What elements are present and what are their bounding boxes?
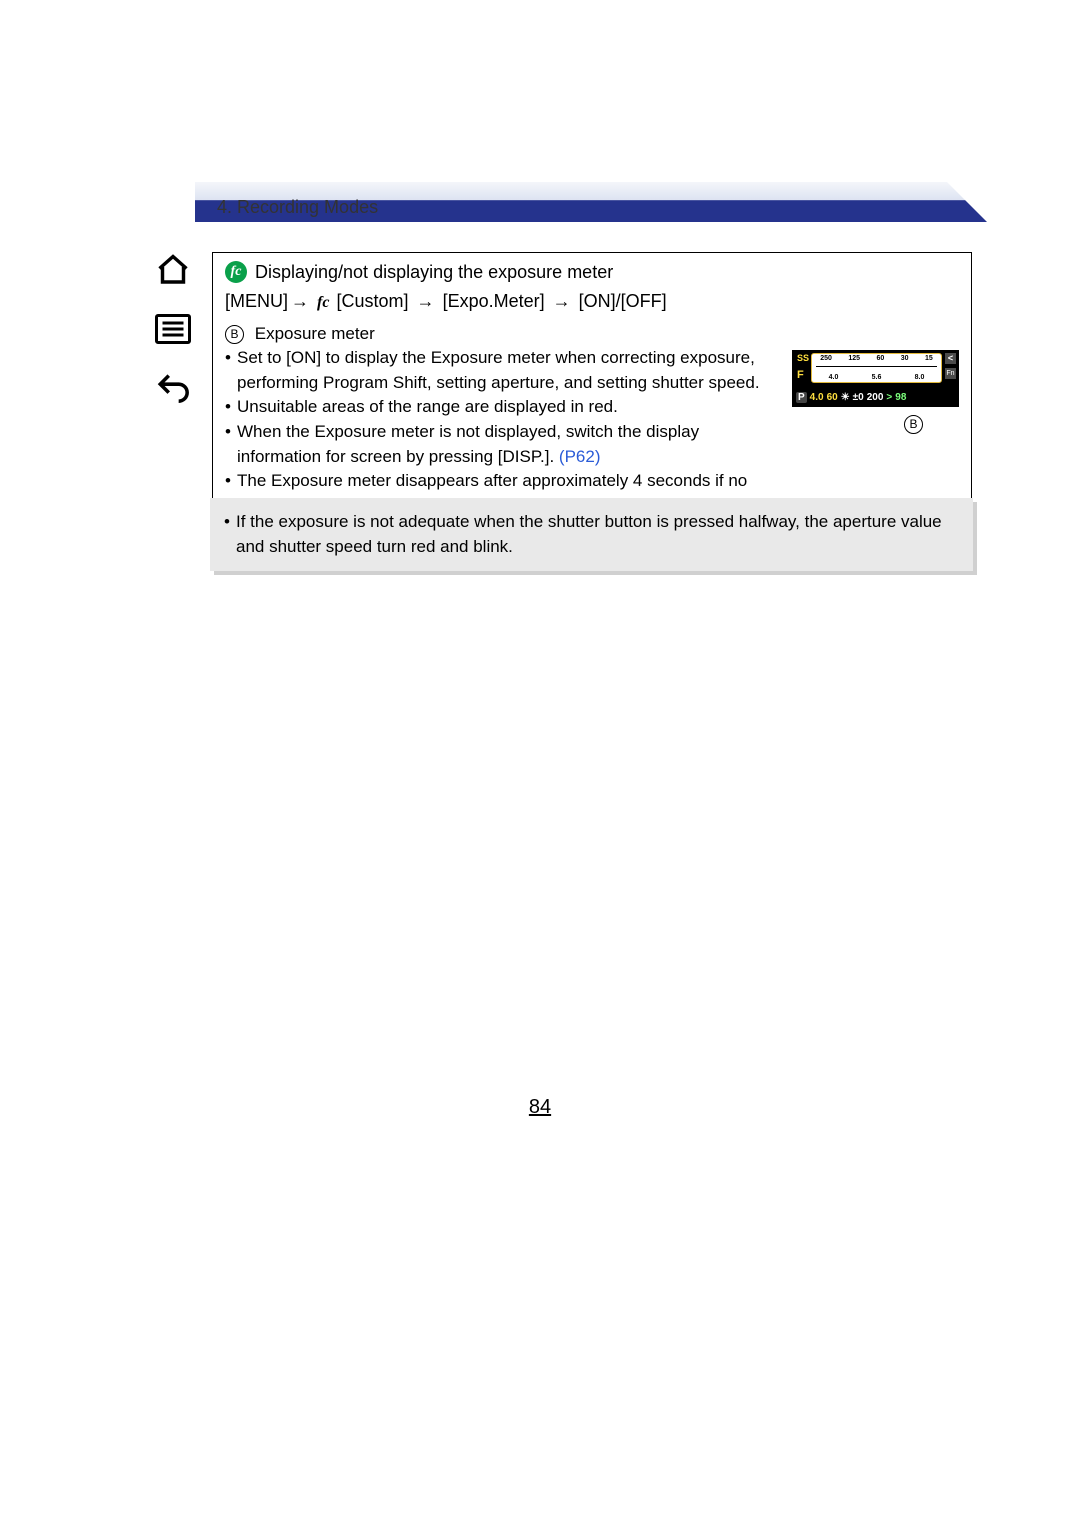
menu-custom: [Custom] (337, 291, 409, 311)
camera-screen-mock: SS F 250125 6030 15 4.05.6 8.0 (792, 350, 959, 407)
menu-path: [MENU]→ fc [Custom] → [Expo.Meter] → [ON… (225, 291, 959, 312)
screen-column: SS F 250125 6030 15 4.05.6 8.0 (792, 346, 959, 518)
custom-badge-icon: fc (225, 261, 247, 283)
menu-label: MENU (230, 291, 283, 311)
menu-expo: [Expo.Meter] (443, 291, 545, 311)
page-ref-link[interactable]: (P62) (559, 447, 601, 466)
note-text: If the exposure is not adequate when the… (224, 510, 959, 559)
exposure-meter-graphic: 250125 6030 15 4.05.6 8.0 (811, 353, 942, 383)
f-label: F (797, 369, 804, 381)
list-item: Set to [ON] to display the Exposure mete… (225, 346, 782, 395)
note-box: If the exposure is not adequate when the… (210, 498, 973, 571)
page-number: 84 (0, 1096, 1080, 1119)
f-scale: 4.05.6 8.0 (812, 374, 941, 381)
back-icon[interactable] (155, 370, 191, 404)
callout-pointer: B (792, 415, 959, 434)
fn-badge: Fn (945, 368, 956, 379)
home-icon[interactable] (155, 252, 191, 288)
custom-icon-inline: fc (317, 294, 329, 311)
aperture-readout: 4.0 (810, 392, 824, 403)
shots-remaining: 98 (895, 392, 906, 403)
label-row: B Exposure meter (225, 324, 959, 344)
menu-onoff: [ON]/[OFF] (579, 291, 667, 311)
callout-b-icon: B (904, 415, 923, 434)
manual-page: 4. Recording Modes fc Displaying/not dis… (0, 0, 1080, 1526)
iso-readout: 200 (867, 392, 884, 403)
chevron-icon: > (886, 392, 892, 403)
screen-status-bar: P 4.0 60 ☀±0 200 > 98 (793, 388, 958, 406)
list-item: When the Exposure meter is not displayed… (225, 420, 782, 469)
right-arrow-icon: < (945, 353, 956, 364)
sidebar (155, 252, 195, 430)
breadcrumb: 4. Recording Modes (217, 197, 378, 218)
mode-p-badge: P (796, 392, 807, 403)
shutter-readout: 60 (827, 392, 838, 403)
ss-scale: 250125 6030 15 (812, 355, 941, 362)
callout-b-icon: B (225, 325, 244, 344)
ev-readout: ☀±0 (841, 392, 864, 403)
info-box: fc Displaying/not displaying the exposur… (212, 252, 972, 530)
bullet-list: Set to [ON] to display the Exposure mete… (225, 346, 782, 518)
exposure-meter-label: Exposure meter (255, 324, 375, 343)
ss-label: SS (797, 353, 809, 363)
list-item: Unsuitable areas of the range are displa… (225, 395, 782, 420)
section-title: Displaying/not displaying the exposure m… (255, 262, 613, 283)
menu-icon[interactable] (155, 314, 191, 344)
